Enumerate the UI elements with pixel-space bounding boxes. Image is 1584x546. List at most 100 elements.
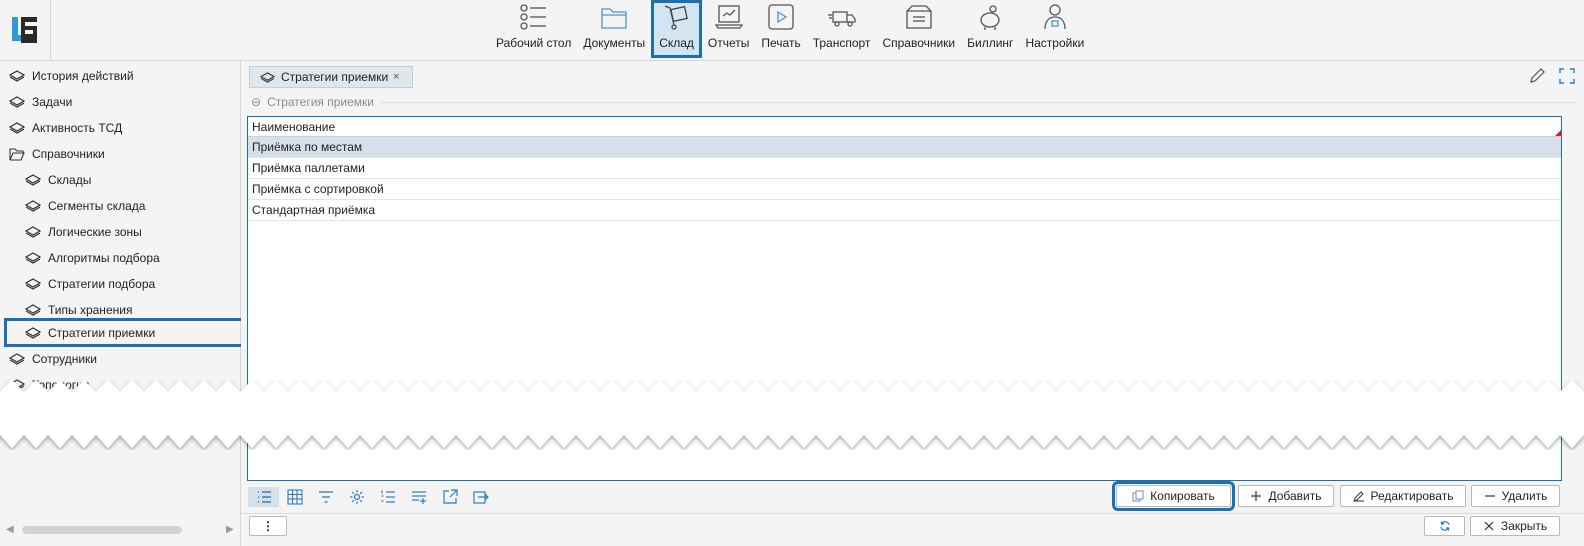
scroll-right-icon[interactable]: ▶ xyxy=(226,524,234,535)
pencil-icon[interactable] xyxy=(1528,67,1546,85)
tab-label: Стратегии приемки xyxy=(281,70,389,84)
edit-button[interactable]: Редактировать xyxy=(1340,485,1466,507)
refresh-view-button[interactable] xyxy=(465,487,496,507)
refresh-button[interactable] xyxy=(1424,516,1465,536)
close-button[interactable]: Закрыть xyxy=(1470,516,1560,536)
sidebar-item-label: Активность ТСД xyxy=(32,121,123,135)
filter-button[interactable] xyxy=(310,487,341,507)
close-button-label: Закрыть xyxy=(1500,519,1548,533)
sidebar-item-logical-zones[interactable]: Логические зоны xyxy=(25,219,142,245)
table-row[interactable]: Приёмка по местам xyxy=(248,137,1561,158)
delete-button[interactable]: Удалить xyxy=(1471,485,1560,507)
sidebar-item-label: История действий xyxy=(32,69,134,83)
close-icon[interactable]: × xyxy=(393,71,399,83)
layers-icon xyxy=(25,278,41,290)
divider xyxy=(241,513,1584,514)
nav-transport[interactable]: Транспорт xyxy=(807,0,877,58)
nav-warehouse[interactable]: Склад xyxy=(651,0,702,58)
main-panel: Стратегии приемки × ⊖ Стратегия приемки … xyxy=(241,61,1584,546)
gear-icon xyxy=(349,490,364,504)
cell-text: Стандартная приёмка xyxy=(252,203,376,217)
group-title: Стратегия приемки xyxy=(267,95,375,109)
close-icon xyxy=(1484,521,1494,531)
sidebar-item-pick-algorithms[interactable]: Алгоритмы подбора xyxy=(25,245,160,271)
nav-directories[interactable]: Справочники xyxy=(876,0,961,58)
sidebar-item-history[interactable]: История действий xyxy=(9,63,134,89)
layers-icon xyxy=(260,71,275,83)
layers-icon xyxy=(25,304,41,316)
table-view-button[interactable] xyxy=(279,487,310,507)
nav-label: Печать xyxy=(761,36,801,50)
delete-button-label: Удалить xyxy=(1501,489,1548,503)
copy-button-label: Копировать xyxy=(1150,489,1215,503)
nav-settings[interactable]: Настройки xyxy=(1019,0,1090,58)
piggy-icon xyxy=(980,5,1000,30)
more-menu-button[interactable]: ⋮ xyxy=(249,516,287,536)
torn-edge-overlay xyxy=(0,380,1584,448)
list-view-button[interactable] xyxy=(248,487,279,507)
sidebar-item-employees[interactable]: Сотрудники xyxy=(9,346,97,372)
fullscreen-icon[interactable] xyxy=(1558,67,1576,85)
settings-button[interactable] xyxy=(341,487,372,507)
nav-billing[interactable]: Биллинг xyxy=(961,0,1019,58)
sidebar-item-label: Сегменты склада xyxy=(48,199,146,213)
sidebar-item-pick-strategies[interactable]: Стратегии подбора xyxy=(25,271,155,297)
minus-icon xyxy=(1484,495,1495,497)
nav-reports[interactable]: Отчеты xyxy=(702,0,755,58)
sidebar-item-receipt-strategies[interactable]: Стратегии приемки xyxy=(4,318,246,347)
sidebar-item-label: Справочники xyxy=(32,147,105,161)
sidebar-scrollbar[interactable] xyxy=(22,526,182,534)
logo-icon xyxy=(12,17,37,43)
edit-button-label: Редактировать xyxy=(1370,489,1454,503)
layers-icon xyxy=(25,326,41,339)
table-row[interactable]: Стандартная приёмка xyxy=(248,200,1561,221)
refresh-icon xyxy=(1439,521,1450,531)
add-row-button[interactable] xyxy=(403,487,434,507)
tab-receipt-strategies[interactable]: Стратегии приемки × xyxy=(249,66,413,88)
sort-marker-icon xyxy=(1555,130,1561,136)
cell-text: Приёмка паллетами xyxy=(252,161,365,175)
layers-icon xyxy=(9,353,25,365)
group-header[interactable]: ⊖ Стратегия приемки xyxy=(251,95,374,109)
list-icon xyxy=(520,4,546,30)
report-icon xyxy=(714,5,743,29)
copy-icon xyxy=(1132,490,1144,502)
numbered-list-button[interactable] xyxy=(372,487,403,507)
sidebar-item-label: Алгоритмы подбора xyxy=(48,251,160,265)
pencil-icon xyxy=(1352,491,1364,502)
collapse-icon[interactable]: ⊖ xyxy=(251,95,261,109)
grid-toolbar xyxy=(248,487,496,507)
sidebar-item-tasks[interactable]: Задачи xyxy=(9,89,72,115)
swap-icon xyxy=(472,491,489,504)
layers-icon xyxy=(9,96,25,108)
export-button[interactable] xyxy=(434,487,465,507)
nav-print[interactable]: Печать xyxy=(755,0,806,58)
layers-icon xyxy=(25,226,41,238)
add-button[interactable]: Добавить xyxy=(1238,485,1334,507)
filter-icon xyxy=(318,491,333,503)
layers-icon xyxy=(9,70,25,82)
copy-button[interactable]: Копировать xyxy=(1112,481,1235,511)
sidebar-item-segments[interactable]: Сегменты склада xyxy=(25,193,145,219)
app-logo[interactable] xyxy=(0,0,51,60)
table-row[interactable]: Приёмка с сортировкой xyxy=(248,179,1561,200)
table-row[interactable]: Приёмка паллетами xyxy=(248,158,1561,179)
sidebar-item-tsd-activity[interactable]: Активность ТСД xyxy=(9,115,122,141)
sidebar-item-label: Стратегии подбора xyxy=(48,277,156,291)
divider xyxy=(381,102,1576,103)
nav-desktop[interactable]: Рабочий стол xyxy=(490,0,577,58)
column-header-label: Наименование xyxy=(252,119,336,134)
nav-label: Рабочий стол xyxy=(496,36,572,50)
numbered-list-icon xyxy=(380,490,395,503)
scroll-left-icon[interactable]: ◀ xyxy=(6,524,14,535)
nav-documents[interactable]: Документы xyxy=(577,0,651,58)
play-icon xyxy=(768,4,794,30)
sidebar-item-directories[interactable]: Справочники xyxy=(9,141,105,167)
sidebar-item-warehouses[interactable]: Склады xyxy=(25,167,91,193)
layers-icon xyxy=(25,200,41,212)
nav-label: Документы xyxy=(583,36,646,50)
main-nav: Рабочий стол Документы Склад Отчеты Печа… xyxy=(490,0,1090,60)
user-lock-icon xyxy=(1044,4,1066,30)
column-header-name[interactable]: Наименование xyxy=(248,117,1561,137)
truck-icon xyxy=(827,11,856,27)
